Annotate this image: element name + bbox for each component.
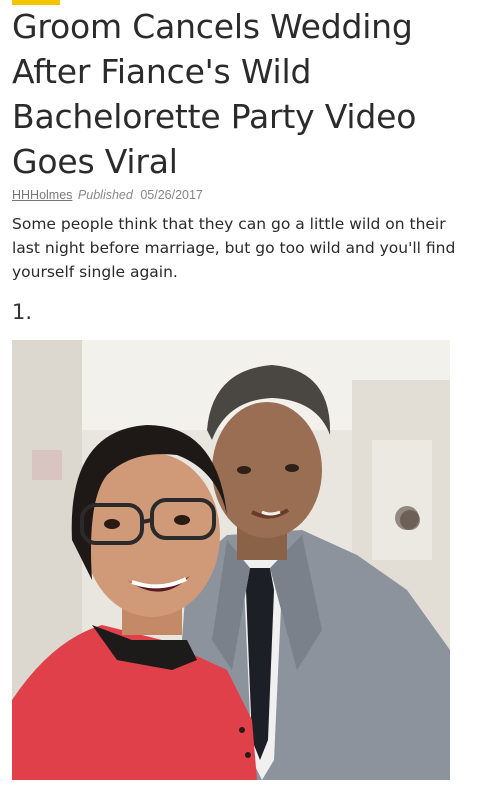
list-item-number: 1. — [12, 300, 33, 324]
article-intro: Some people think that they can go a lit… — [12, 215, 456, 281]
publish-date: 05/26/2017 — [140, 188, 203, 202]
author-link[interactable]: HHHolmes — [12, 188, 72, 202]
article-title: Groom Cancels Wedding After Fiance's Wil… — [12, 7, 417, 181]
published-label: Published — [77, 188, 133, 202]
byline: HHHolmes Published 05/26/2017 — [12, 188, 203, 202]
article-photo — [12, 340, 450, 780]
